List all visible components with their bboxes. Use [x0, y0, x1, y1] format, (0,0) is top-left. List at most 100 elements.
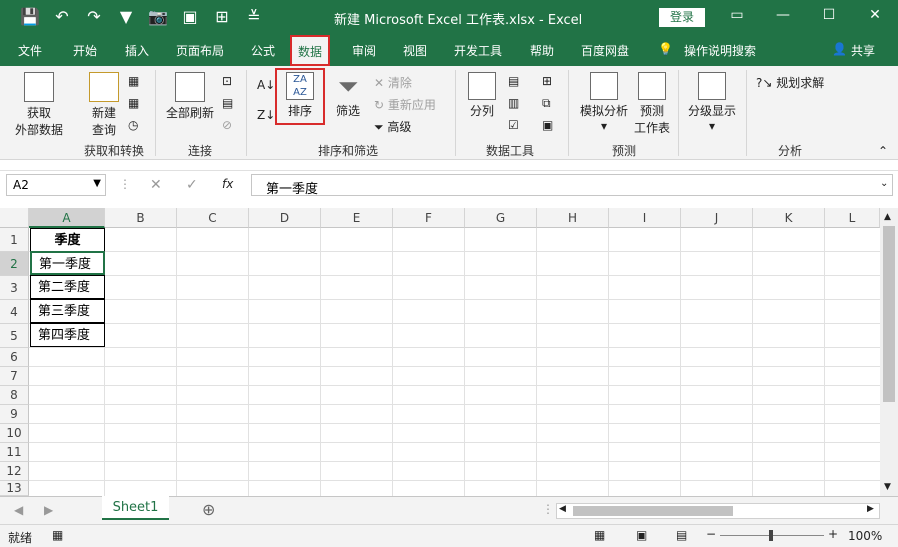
expand-formula-bar-icon[interactable]: ⌄ — [880, 178, 888, 189]
h-scroll-thumb[interactable] — [573, 506, 733, 516]
cell-a3[interactable]: 第二季度 — [30, 275, 105, 299]
get-external-data-button[interactable]: 获取 外部数据 — [8, 72, 70, 138]
prev-sheet-icon[interactable]: ◀ — [14, 503, 23, 517]
column-header-e[interactable]: E — [321, 208, 393, 228]
sort-ascending-icon[interactable]: A↓ — [257, 78, 275, 92]
maximize-button[interactable]: ☐ — [814, 7, 844, 23]
cell-a4[interactable]: 第三季度 — [30, 299, 105, 323]
sheet-tab-sheet1[interactable]: Sheet1 — [102, 496, 169, 520]
tab-page-layout[interactable]: 页面布局 — [176, 42, 224, 59]
vertical-scrollbar[interactable]: ▲ ▼ — [880, 208, 898, 496]
normal-view-icon[interactable]: ▦ — [594, 528, 605, 542]
clear-filter-button[interactable]: ✕ 清除 — [374, 74, 412, 91]
redo-icon[interactable]: ↷ — [84, 8, 104, 26]
row-header-6[interactable]: 6 — [0, 348, 29, 367]
row-header-12[interactable]: 12 — [0, 462, 29, 481]
tab-baidu-netdisk[interactable]: 百度网盘 — [581, 42, 629, 59]
tab-help[interactable]: 帮助 — [530, 42, 554, 59]
enter-icon[interactable]: ✓ — [186, 177, 198, 193]
sort-descending-icon[interactable]: Z↓ — [257, 108, 275, 122]
flash-fill-icon[interactable]: ▤ — [508, 74, 519, 88]
column-header-k[interactable]: K — [753, 208, 825, 228]
scroll-thumb[interactable] — [883, 226, 895, 402]
macro-record-icon[interactable]: ▦ — [52, 528, 63, 542]
grid-icon[interactable]: ⊞ — [212, 8, 232, 26]
minimize-button[interactable]: — — [768, 7, 798, 23]
recent-sources-icon[interactable]: ◷ — [128, 118, 138, 132]
collapse-ribbon-icon[interactable]: ⌃ — [878, 144, 888, 158]
data-model-icon[interactable]: ▣ — [542, 118, 553, 132]
tab-file[interactable]: 文件 — [18, 42, 42, 59]
column-header-a[interactable]: A — [29, 208, 105, 228]
column-header-b[interactable]: B — [105, 208, 177, 228]
what-if-analysis-button[interactable]: 模拟分析 ▾ — [576, 72, 632, 133]
cell-a5[interactable]: 第四季度 — [30, 323, 105, 347]
share-icon[interactable]: 👤 — [832, 42, 847, 56]
solver-button[interactable]: ?↘ 规划求解 — [756, 74, 824, 91]
advanced-filter-button[interactable]: ⏷ 高级 — [374, 118, 411, 135]
insert-function-icon[interactable]: fx — [222, 177, 233, 191]
zoom-level[interactable]: 100% — [848, 529, 882, 543]
scroll-down-icon[interactable]: ▼ — [884, 482, 891, 492]
column-header-j[interactable]: J — [681, 208, 753, 228]
text-to-columns-button[interactable]: 分列 — [464, 72, 500, 119]
row-header-7[interactable]: 7 — [0, 367, 29, 386]
next-sheet-icon[interactable]: ▶ — [44, 503, 53, 517]
column-header-i[interactable]: I — [609, 208, 681, 228]
tab-data[interactable]: 数据 — [290, 35, 331, 66]
horizontal-scrollbar[interactable]: ◀ ▶ — [556, 503, 880, 519]
cell-a2[interactable]: 第一季度 — [30, 251, 105, 275]
tell-me-search[interactable]: 操作说明搜索 — [684, 42, 756, 59]
zoom-slider-thumb[interactable] — [769, 530, 773, 541]
column-header-d[interactable]: D — [249, 208, 321, 228]
column-header-g[interactable]: G — [465, 208, 537, 228]
close-button[interactable]: ✕ — [860, 7, 890, 23]
zoom-out-icon[interactable]: − — [706, 527, 716, 541]
tab-home[interactable]: 开始 — [73, 42, 97, 59]
row-header-4[interactable]: 4 — [0, 300, 29, 324]
tab-view[interactable]: 视图 — [403, 42, 427, 59]
worksheet-grid[interactable]: A B C D E F G H I J K L 1 2 3 4 5 6 7 8 … — [0, 208, 880, 496]
page-break-view-icon[interactable]: ▤ — [676, 528, 687, 542]
select-all-corner[interactable] — [0, 208, 29, 228]
undo-icon[interactable]: ↶ — [52, 8, 72, 26]
row-header-9[interactable]: 9 — [0, 405, 29, 424]
data-validation-icon[interactable]: ☑ — [508, 118, 519, 132]
column-header-l[interactable]: L — [825, 208, 880, 228]
cell-a1[interactable]: 季度 — [30, 228, 105, 252]
page-layout-view-icon[interactable]: ▣ — [636, 528, 647, 542]
camera-icon[interactable]: 📷 — [148, 8, 168, 26]
row-header-1[interactable]: 1 — [0, 228, 29, 252]
column-header-c[interactable]: C — [177, 208, 249, 228]
refresh-all-button[interactable]: 全部刷新 — [162, 72, 218, 121]
scroll-left-icon[interactable]: ◀ — [559, 504, 566, 514]
consolidate-icon[interactable]: ⊞ — [542, 74, 552, 88]
column-header-h[interactable]: H — [537, 208, 609, 228]
row-header-8[interactable]: 8 — [0, 386, 29, 405]
tab-insert[interactable]: 插入 — [125, 42, 149, 59]
login-button[interactable]: 登录 — [659, 8, 705, 27]
add-sheet-icon[interactable]: ⊕ — [202, 500, 215, 519]
row-header-13[interactable]: 13 — [0, 481, 29, 496]
forecast-sheet-button[interactable]: 预测 工作表 — [632, 72, 672, 136]
edit-links-icon[interactable]: ⊘ — [222, 118, 232, 132]
new-query-button[interactable]: 新建 查询 — [82, 72, 126, 138]
row-header-11[interactable]: 11 — [0, 443, 29, 462]
row-header-10[interactable]: 10 — [0, 424, 29, 443]
outline-button[interactable]: 分级显示 ▾ — [684, 72, 740, 133]
scroll-right-icon[interactable]: ▶ — [867, 504, 874, 514]
tab-developer[interactable]: 开发工具 — [454, 42, 502, 59]
cancel-icon[interactable]: ✕ — [150, 177, 162, 193]
filter-button[interactable]: ⏷ 筛选 — [330, 72, 366, 119]
name-box[interactable]: A2 ▼ — [6, 174, 106, 196]
properties-icon[interactable]: ▤ — [222, 96, 233, 110]
row-header-2[interactable]: 2 — [0, 252, 29, 276]
row-header-3[interactable]: 3 — [0, 276, 29, 300]
reapply-button[interactable]: ↻ 重新应用 — [374, 96, 436, 113]
column-header-f[interactable]: F — [393, 208, 465, 228]
formula-input[interactable]: 第一季度 — [251, 174, 893, 197]
tab-formulas[interactable]: 公式 — [251, 42, 275, 59]
customize-qat-icon[interactable]: ≚ — [244, 8, 264, 26]
share-button[interactable]: 共享 — [851, 42, 875, 59]
row-header-5[interactable]: 5 — [0, 324, 29, 348]
